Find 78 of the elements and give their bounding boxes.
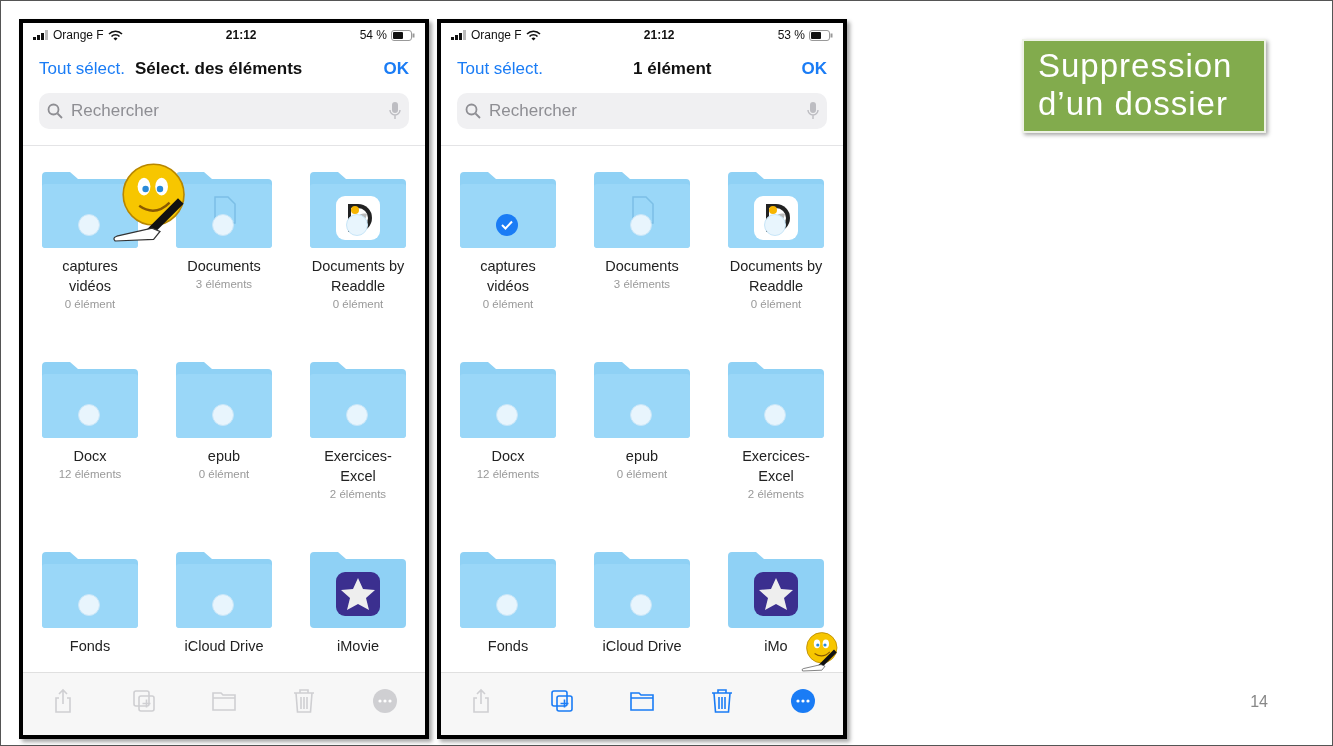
folder-name: Exercices-Excel — [741, 447, 811, 486]
document-icon — [214, 196, 236, 224]
folder-name: iCloud Drive — [184, 637, 264, 656]
folder-name: captures vidéos — [479, 257, 537, 296]
folder-icon — [594, 552, 690, 628]
microphone-icon — [389, 102, 401, 120]
battery-icon — [809, 29, 833, 41]
item-count: 2 éléments — [747, 488, 805, 500]
item-count: 3 éléments — [613, 278, 671, 290]
item-count: 12 éléments — [58, 468, 122, 480]
item-count: 0 élément — [482, 298, 534, 310]
wifi-icon — [107, 29, 123, 41]
item-count: 0 élément — [332, 298, 384, 310]
wifi-icon — [525, 29, 541, 41]
status-time: 21:12 — [643, 28, 675, 42]
folder-icon — [42, 362, 138, 438]
search-bar[interactable]: Rechercher — [457, 93, 827, 129]
carrier-name: Orange F — [471, 28, 522, 42]
nav-title: 1 élément — [632, 59, 713, 79]
folder-icon — [176, 362, 272, 438]
folder-icon — [460, 552, 556, 628]
folder-icon — [310, 362, 406, 438]
item-count: 3 éléments — [195, 278, 253, 290]
duplicate-icon — [130, 688, 157, 714]
item-count: 0 élément — [64, 298, 116, 310]
battery-percent: 54 % — [359, 28, 387, 42]
nav-title: Sélect. des éléments — [135, 59, 304, 79]
app-icon — [728, 552, 824, 628]
folder-icon — [460, 172, 556, 248]
search-icon — [465, 103, 481, 119]
folder-name: Documents by Readdle — [310, 257, 406, 296]
folder-name: epub — [207, 447, 241, 466]
signal-icon — [33, 30, 49, 40]
slide-title: Suppression d’un dossier — [1022, 39, 1266, 133]
search-field[interactable]: Rechercher — [487, 100, 801, 122]
folder-name: Docx — [73, 447, 107, 466]
folder-icon — [42, 552, 138, 628]
folder-name: Fonds — [487, 637, 529, 656]
done-button[interactable]: OK — [801, 59, 827, 79]
signal-icon — [451, 30, 467, 40]
more-icon — [789, 688, 816, 714]
folder-icon — [728, 362, 824, 438]
search-field[interactable]: Rechercher — [69, 100, 383, 122]
item-count: 0 élément — [198, 468, 250, 480]
folder-name: Docx — [491, 447, 525, 466]
item-count: 12 éléments — [476, 468, 540, 480]
folder-name: Documents — [187, 257, 261, 276]
status-time: 21:12 — [225, 28, 257, 42]
item-count: 0 élément — [616, 468, 668, 480]
document-icon — [632, 196, 654, 224]
folder-name: Fonds — [69, 637, 111, 656]
app-icon — [310, 552, 406, 628]
folder-name: iMo — [764, 637, 788, 656]
folder-icon — [594, 172, 690, 248]
folder-icon — [594, 362, 690, 438]
item-count: 0 élément — [750, 298, 802, 310]
duplicate-icon — [548, 688, 575, 714]
folder-name: captures vidéos — [61, 257, 119, 296]
item-count: 2 éléments — [329, 488, 387, 500]
more-icon — [371, 688, 398, 714]
folder-icon — [460, 362, 556, 438]
carrier-name: Orange F — [53, 28, 104, 42]
microphone-icon — [807, 102, 819, 120]
folder-name: Exercices-Excel — [323, 447, 393, 486]
select-all-link[interactable]: Tout sélect. — [39, 59, 125, 79]
folder-name: epub — [625, 447, 659, 466]
folder-name: Documents by Readdle — [728, 257, 824, 296]
folder-icon — [176, 552, 272, 628]
folder-name: iMovie — [337, 637, 379, 656]
done-button[interactable]: OK — [383, 59, 409, 79]
folder-name: iCloud Drive — [602, 637, 682, 656]
select-all-link[interactable]: Tout sélect. — [457, 59, 543, 79]
battery-percent: 53 % — [777, 28, 805, 42]
page-number: 14 — [1250, 693, 1268, 711]
battery-icon — [391, 29, 415, 41]
search-bar[interactable]: Rechercher — [39, 93, 409, 129]
search-icon — [47, 103, 63, 119]
folder-name: Documents — [605, 257, 679, 276]
